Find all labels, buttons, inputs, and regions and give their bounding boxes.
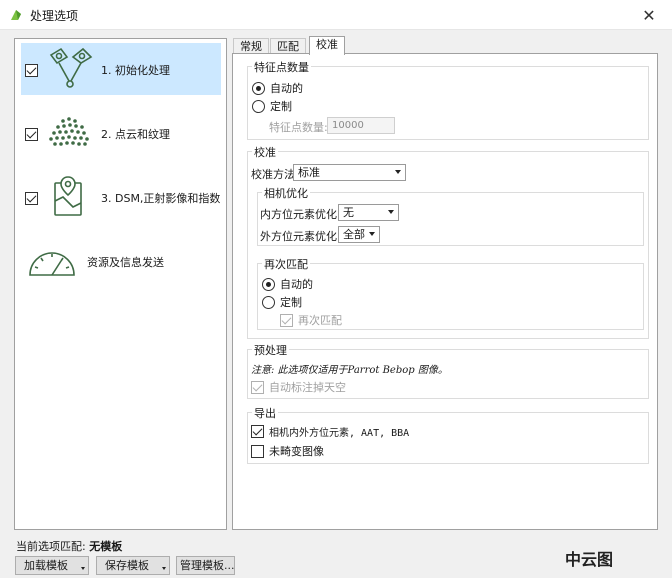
external-params-value: 全部	[343, 228, 365, 241]
chevron-down-icon	[369, 232, 375, 236]
step-dsm-orthomosaic[interactable]: 3. DSM,正射影像和指数	[21, 171, 221, 223]
keypoints-auto-radio[interactable]	[252, 81, 265, 95]
keypoints-group: 特征点数量 自动的 定制 特征点数量: 10000	[247, 59, 649, 140]
calibration-group: 校准 校准方法 标准 相机优化 内方位元素优化: 无 外方位元素优化: 全部 再…	[247, 144, 649, 339]
rematch-custom-label: 定制	[280, 296, 302, 309]
rematch-title: 再次匹配	[262, 256, 310, 272]
external-params-select[interactable]: 全部	[338, 226, 380, 243]
undistorted-images-checkbox[interactable]	[251, 444, 264, 458]
steps-panel: 1. 初始化处理 2. 点云和纹理 3. DSM,正射影像和指数 资源及信息发送	[14, 38, 227, 530]
chevron-down-icon	[395, 170, 401, 174]
app-icon	[11, 10, 21, 20]
template-status-label: 当前选项匹配:	[16, 540, 86, 553]
preprocessing-note: 注意: 此选项仅适用于Parrot Bebop 图像。	[251, 365, 448, 376]
calibration-panel: 特征点数量 自动的 定制 特征点数量: 10000 校准 校准方法 标准 相机优…	[232, 53, 658, 530]
camera-optimization-group: 相机优化 内方位元素优化: 无 外方位元素优化: 全部	[257, 185, 644, 246]
preprocessing-group: 预处理 注意: 此选项仅适用于Parrot Bebop 图像。 自动标注掉天空	[247, 342, 649, 399]
close-button[interactable]: ✕	[626, 0, 672, 30]
sky-segmentation-checkbox[interactable]	[251, 380, 264, 394]
rematch-custom-radio[interactable]	[262, 295, 275, 309]
initial-processing-icon	[49, 47, 93, 88]
camera-params-label: 相机内外方位元素, AAT, BBA	[269, 428, 410, 439]
keypoints-count-field[interactable]: 10000	[327, 117, 395, 134]
step-label: 1. 初始化处理	[101, 64, 170, 77]
chevron-down-icon	[388, 210, 394, 214]
save-template-button[interactable]: 保存模板	[96, 556, 170, 575]
manage-templates-button[interactable]: 管理模板...	[176, 556, 235, 575]
calibration-method-value: 标准	[298, 166, 320, 179]
step-label: 3. DSM,正射影像和指数	[101, 192, 221, 205]
step-resources[interactable]: 资源及信息发送	[21, 235, 221, 287]
keypoints-auto-label: 自动的	[270, 82, 303, 95]
save-template-label: 保存模板	[105, 559, 149, 572]
gauge-icon	[29, 252, 75, 276]
undistorted-images-label: 未畸变图像	[269, 445, 324, 458]
sky-segmentation-label: 自动标注掉天空	[269, 381, 346, 394]
internal-params-label: 内方位元素优化:	[260, 208, 341, 221]
export-group: 导出 相机内外方位元素, AAT, BBA 未畸变图像	[247, 405, 649, 464]
internal-params-select[interactable]: 无	[338, 204, 399, 221]
export-title: 导出	[252, 405, 278, 421]
external-params-label: 外方位元素优化:	[260, 230, 341, 243]
step-point-cloud[interactable]: 2. 点云和纹理	[21, 107, 221, 159]
step-3-checkbox[interactable]	[25, 191, 38, 205]
rematch-auto-radio[interactable]	[262, 277, 275, 291]
rematch-group: 再次匹配 自动的 定制 再次匹配	[257, 256, 644, 330]
template-status: 当前选项匹配: 无模板	[16, 538, 122, 554]
window-title: 处理选项	[30, 9, 79, 23]
keypoints-count-label: 特征点数量:	[269, 121, 328, 134]
load-template-button[interactable]: 加载模板	[15, 556, 89, 575]
title-bar: 处理选项 ✕	[0, 0, 672, 30]
point-cloud-icon	[49, 117, 89, 146]
tab-matching[interactable]: 匹配	[270, 38, 306, 54]
keypoints-custom-radio[interactable]	[252, 99, 265, 113]
preprocessing-title: 预处理	[252, 342, 289, 358]
watermark: 中云图	[565, 550, 614, 569]
chevron-down-icon	[162, 567, 166, 570]
close-icon: ✕	[642, 5, 656, 25]
dsm-map-icon	[54, 176, 82, 216]
step-1-checkbox[interactable]	[25, 63, 38, 77]
rematch-checkbox[interactable]	[280, 313, 293, 327]
rematch-auto-label: 自动的	[280, 278, 313, 291]
tab-general[interactable]: 常规	[233, 38, 269, 54]
manage-templates-label: 管理模板...	[180, 559, 235, 572]
template-status-value: 无模板	[89, 540, 123, 553]
keypoints-title: 特征点数量	[252, 59, 311, 75]
calibration-title: 校准	[252, 144, 278, 160]
internal-params-value: 无	[343, 206, 354, 219]
calibration-method-label: 校准方法	[251, 168, 295, 181]
load-template-label: 加载模板	[24, 559, 68, 572]
calibration-method-select[interactable]: 标准	[293, 164, 406, 181]
camera-params-checkbox[interactable]	[251, 425, 264, 438]
step-label: 资源及信息发送	[87, 256, 164, 269]
keypoints-custom-label: 定制	[270, 100, 292, 113]
camera-optimization-title: 相机优化	[262, 185, 310, 201]
step-2-checkbox[interactable]	[25, 127, 38, 141]
rematch-checkbox-label: 再次匹配	[298, 314, 342, 327]
tab-calibration[interactable]: 校准	[309, 36, 345, 55]
step-label: 2. 点云和纹理	[101, 128, 170, 141]
chevron-down-icon	[81, 567, 85, 570]
step-initial-processing[interactable]: 1. 初始化处理	[21, 43, 221, 95]
